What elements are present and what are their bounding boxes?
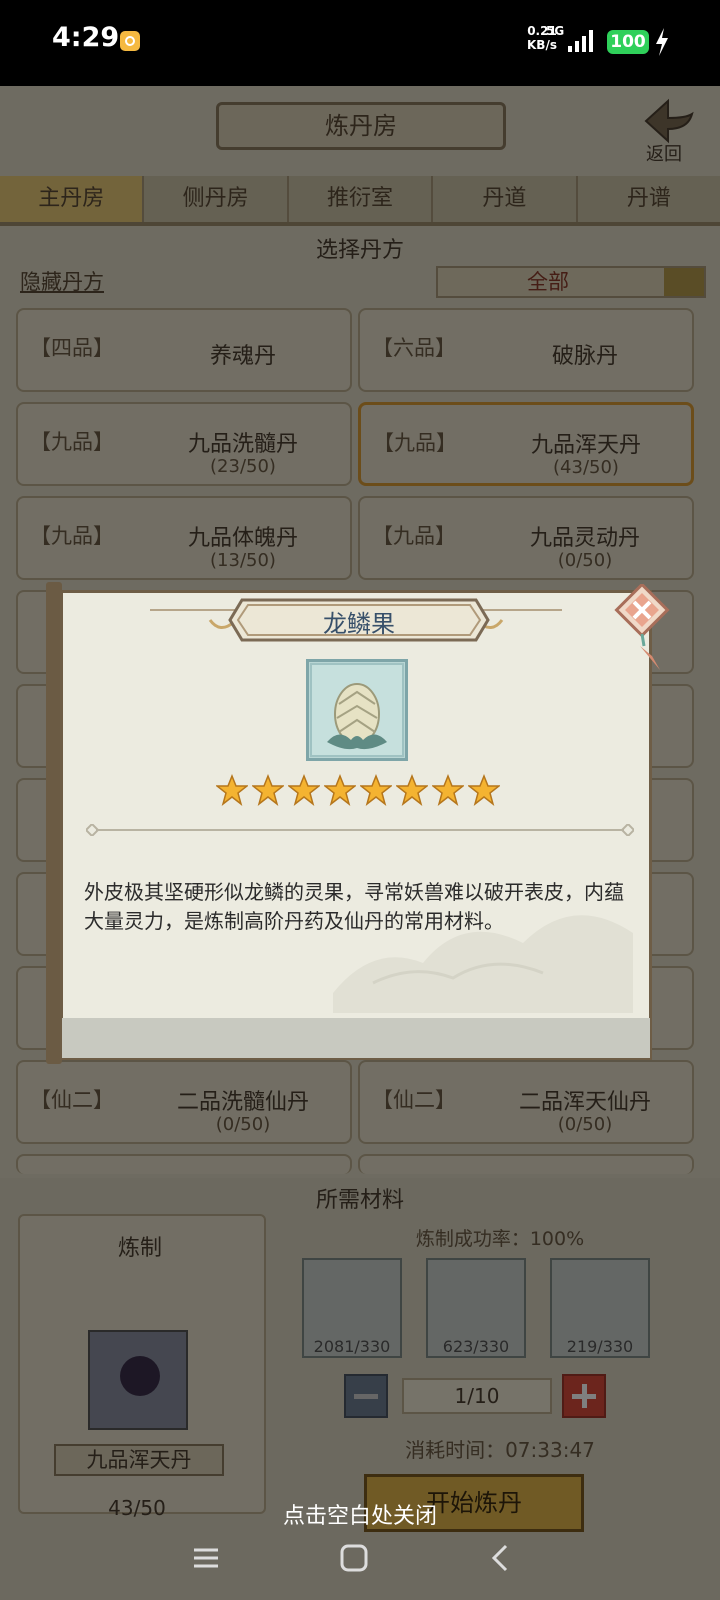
- close-hint: 点击空白处关闭: [282, 1504, 437, 1529]
- system-nav-bar: [0, 1530, 720, 1600]
- notification-app-icon: [120, 31, 140, 51]
- clock: 4:29: [52, 22, 120, 53]
- rarity-stars: [216, 774, 506, 814]
- home-icon[interactable]: [338, 1542, 370, 1574]
- star-icon: [468, 774, 500, 806]
- signal-icon: [568, 30, 593, 52]
- star-icon: [396, 774, 428, 806]
- star-icon: [360, 774, 392, 806]
- star-icon: [216, 774, 248, 806]
- battery-indicator: 100: [607, 30, 649, 54]
- star-icon: [432, 774, 464, 806]
- item-description: 外皮极其坚硬形似龙鳞的灵果，寻常妖兽难以破开表皮，内蕴大量灵力，是炼制高阶丹药及…: [84, 880, 624, 933]
- divider: [86, 824, 634, 836]
- dragon-scale-fruit-icon: [306, 659, 408, 761]
- charging-icon: [656, 28, 668, 56]
- star-icon: [288, 774, 320, 806]
- close-icon[interactable]: [614, 584, 670, 674]
- modal-title: 龙鳞果: [323, 610, 395, 638]
- star-icon: [324, 774, 356, 806]
- star-icon: [252, 774, 284, 806]
- back-nav-icon[interactable]: [486, 1542, 518, 1574]
- network-type: 5G: [546, 24, 565, 38]
- modal-footer-band: [62, 1018, 650, 1058]
- menu-icon[interactable]: [190, 1542, 222, 1574]
